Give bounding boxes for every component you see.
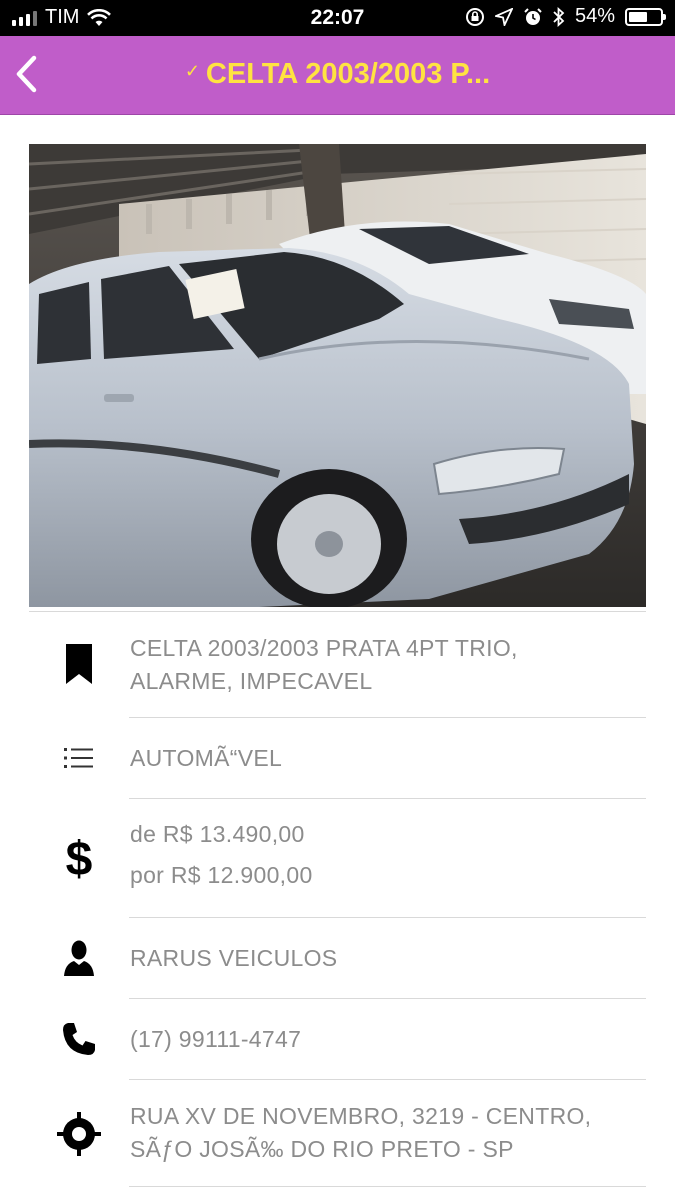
- alarm-icon: [524, 7, 542, 25]
- dollar-icon: $: [56, 833, 102, 883]
- vehicle-photo-illustration: [29, 144, 646, 607]
- price-row: $ de R$ 13.490,00 por R$ 12.900,00: [0, 799, 675, 917]
- transmission-row: AUTOMÃ“VEL: [0, 718, 675, 798]
- bluetooth-icon: [553, 6, 565, 27]
- transmission-value: AUTOMÃ“VEL: [130, 745, 283, 771]
- original-price: de R$ 13.490,00: [130, 821, 305, 847]
- list-icon: [56, 744, 102, 772]
- dealer-address[interactable]: RUA XV DE NOVEMBRO, 3219 - CENTRO, SÃƒO …: [130, 1100, 630, 1166]
- battery-icon: [625, 7, 666, 26]
- vehicle-description: CELTA 2003/2003 PRATA 4PT TRIO, ALARME, …: [130, 635, 518, 694]
- rotation-lock-icon: [465, 7, 484, 26]
- svg-text:$: $: [66, 833, 93, 883]
- page-title-text: CELTA 2003/2003 P...: [205, 58, 491, 90]
- person-icon: [56, 940, 102, 976]
- navigation-bar: ✓ CELTA 2003/2003 P...: [0, 36, 675, 115]
- phone-icon: [56, 1021, 102, 1057]
- status-bar: TIM 22:07 54%: [0, 0, 675, 36]
- location-target-icon: [56, 1112, 102, 1156]
- status-right: 54%: [465, 5, 666, 28]
- check-icon: ✓: [184, 61, 200, 81]
- page-title: ✓ CELTA 2003/2003 P...: [0, 58, 675, 91]
- bookmark-icon: [56, 644, 102, 684]
- description-row: CELTA 2003/2003 PRATA 4PT TRIO, ALARME, …: [0, 612, 675, 716]
- vehicle-photo[interactable]: [29, 144, 646, 607]
- location-arrow-icon: [494, 7, 513, 26]
- address-row[interactable]: RUA XV DE NOVEMBRO, 3219 - CENTRO, SÃƒO …: [0, 1080, 675, 1185]
- phone-number[interactable]: (17) 99111-4747: [130, 1023, 650, 1056]
- seller-row: RARUS VEICULOS: [0, 918, 675, 998]
- phone-row[interactable]: (17) 99111-4747: [0, 999, 675, 1079]
- divider: [129, 1186, 646, 1187]
- seller-name: RARUS VEICULOS: [130, 945, 338, 971]
- sale-price: por R$ 12.900,00: [130, 862, 313, 888]
- battery-percent: 54%: [574, 5, 615, 27]
